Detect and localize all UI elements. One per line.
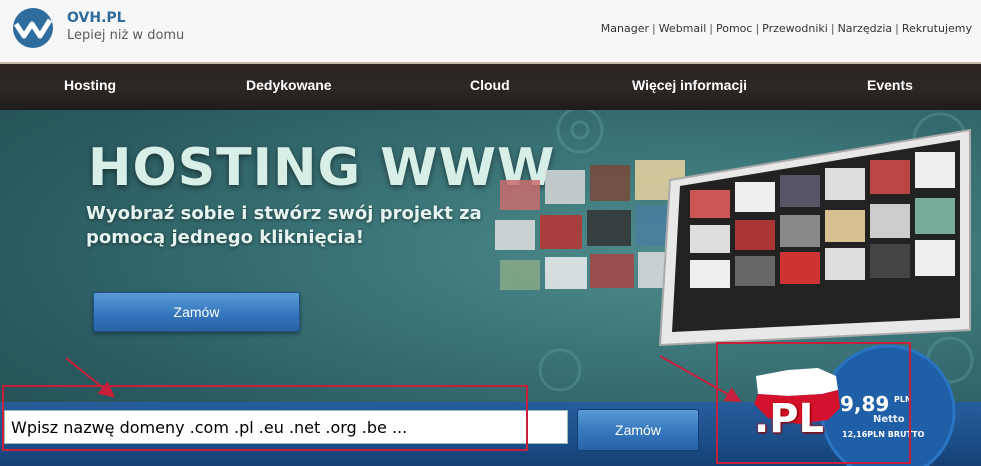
link-narzedzia[interactable]: Narzędzia [838, 22, 893, 35]
brand-tagline: Lepiej niż w domu [67, 28, 185, 43]
separator: | [755, 22, 760, 35]
link-przewodniki[interactable]: Przewodniki [762, 22, 828, 35]
brand-name[interactable]: OVH.PL [67, 10, 126, 26]
separator: | [830, 22, 835, 35]
nav-item-wiecej-informacji[interactable]: Więcej informacji [632, 77, 747, 93]
nav-item-hosting[interactable]: Hosting [64, 77, 116, 93]
top-links: Manager | Webmail | Pomoc | Przewodniki … [601, 22, 972, 35]
annotation-box-promo [716, 342, 911, 464]
nav-item-cloud[interactable]: Cloud [470, 77, 510, 93]
link-manager[interactable]: Manager [601, 22, 649, 35]
annotation-box-domain [2, 385, 528, 451]
domain-order-button[interactable]: Zamów [577, 409, 699, 451]
nav-item-dedykowane[interactable]: Dedykowane [246, 77, 332, 93]
link-rekrutujemy[interactable]: Rekrutujemy [902, 22, 972, 35]
separator: | [895, 22, 899, 35]
nav-item-events[interactable]: Events [867, 77, 913, 93]
ovh-logo-icon[interactable] [6, 6, 60, 50]
main-nav: Hosting Dedykowane Cloud Więcej informac… [0, 62, 981, 110]
link-webmail[interactable]: Webmail [659, 22, 707, 35]
hero-banner: HOSTING WWW Wyobraź sobie i stwórz swój … [0, 110, 981, 466]
link-pomoc[interactable]: Pomoc [716, 22, 752, 35]
top-bar: OVH.PL Lepiej niż w domu Manager | Webma… [0, 0, 981, 62]
separator: | [709, 22, 713, 35]
separator: | [651, 22, 656, 35]
